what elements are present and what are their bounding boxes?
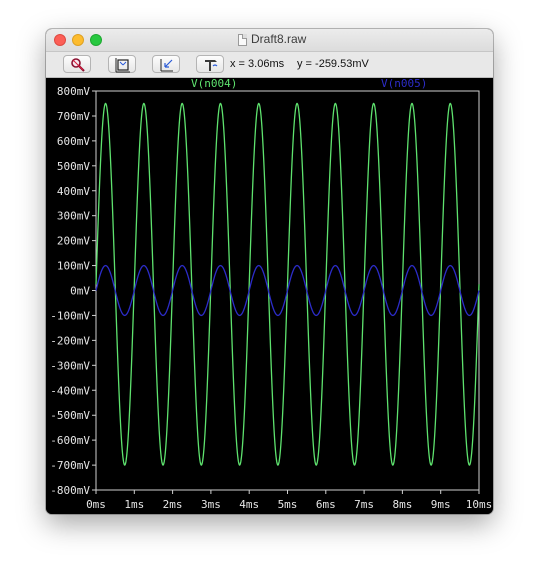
y-tick-label: 500mV bbox=[57, 160, 90, 173]
y-tick-label: 400mV bbox=[57, 185, 90, 198]
document-icon bbox=[238, 34, 247, 46]
zoom-full-button[interactable] bbox=[108, 55, 136, 73]
y-tick-label: 200mV bbox=[57, 235, 90, 248]
y-tick-label: 800mV bbox=[57, 85, 90, 98]
zoom-window-button[interactable] bbox=[90, 34, 102, 46]
y-tick-label: -500mV bbox=[50, 409, 90, 422]
y-tick-label: -400mV bbox=[50, 384, 90, 397]
zoom-button[interactable] bbox=[63, 55, 91, 73]
y-tick-label: -600mV bbox=[50, 434, 90, 447]
x-tick-label: 0ms bbox=[86, 498, 106, 511]
minimize-window-button[interactable] bbox=[72, 34, 84, 46]
close-window-button[interactable] bbox=[54, 34, 66, 46]
title-bar[interactable]: Draft8.raw bbox=[46, 29, 493, 52]
autorange-button[interactable] bbox=[196, 55, 224, 73]
x-tick-label: 6ms bbox=[316, 498, 336, 511]
x-tick-label: 8ms bbox=[392, 498, 412, 511]
x-tick-label: 5ms bbox=[278, 498, 298, 511]
y-tick-label: -200mV bbox=[50, 334, 90, 347]
x-tick-label: 4ms bbox=[239, 498, 259, 511]
x-tick-label: 1ms bbox=[124, 498, 144, 511]
x-tick-label: 2ms bbox=[163, 498, 183, 511]
y-tick-label: -700mV bbox=[50, 459, 90, 472]
cursor-y-readout: y = -259.53mV bbox=[297, 58, 369, 70]
plot-window: Draft8.raw x = 3.06ms y = -259.53mV V(n0… bbox=[46, 29, 493, 514]
series-label-v-n004-: V(n004) bbox=[191, 78, 237, 90]
series-label-v-n005-: V(n005) bbox=[381, 78, 427, 90]
autorange-icon bbox=[205, 60, 218, 71]
y-tick-label: 600mV bbox=[57, 135, 90, 148]
x-tick-label: 9ms bbox=[431, 498, 451, 511]
y-tick-label: -100mV bbox=[50, 309, 90, 322]
zoom-magnifier-icon bbox=[71, 58, 85, 72]
waveform-plot[interactable]: V(n004) V(n005) 800mV 700mV 600mV 500mV 400mV… bbox=[46, 78, 493, 514]
zoom-back-icon bbox=[160, 59, 173, 72]
window-title: Draft8.raw bbox=[251, 32, 307, 46]
x-tick-label: 10ms bbox=[466, 498, 493, 511]
y-tick-label: 300mV bbox=[57, 210, 90, 223]
y-tick-label: -800mV bbox=[50, 484, 90, 497]
y-tick-label: 100mV bbox=[57, 260, 90, 273]
zoom-back-button[interactable] bbox=[152, 55, 180, 73]
y-tick-label: 0mV bbox=[70, 285, 90, 298]
zoom-full-extents-icon bbox=[115, 58, 130, 73]
y-tick-label: -300mV bbox=[50, 359, 90, 372]
x-tick-label: 7ms bbox=[354, 498, 374, 511]
toolbar: x = 3.06ms y = -259.53mV bbox=[46, 52, 493, 78]
cursor-x-readout: x = 3.06ms bbox=[230, 58, 285, 70]
y-tick-label: 700mV bbox=[57, 110, 90, 123]
x-tick-label: 3ms bbox=[201, 498, 221, 511]
